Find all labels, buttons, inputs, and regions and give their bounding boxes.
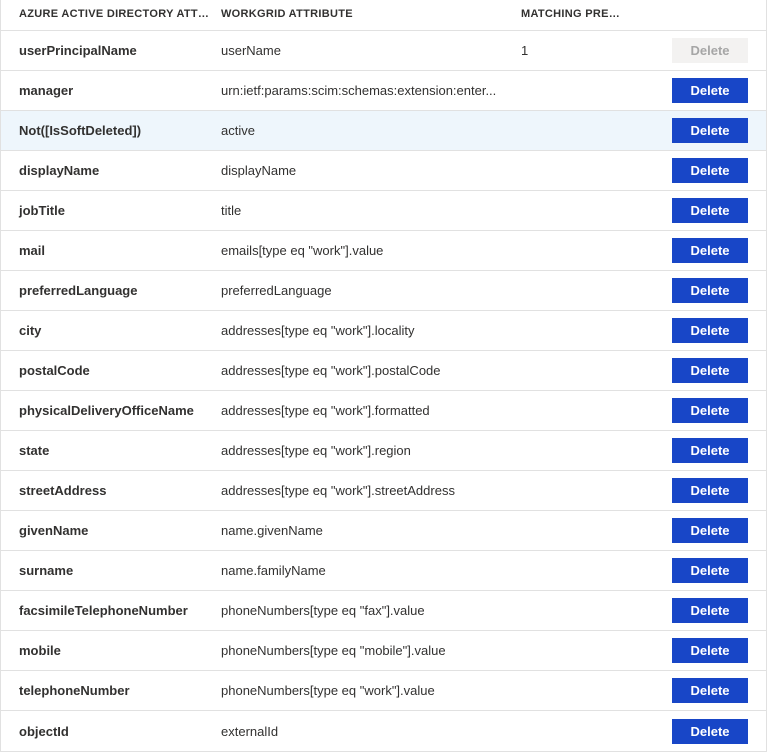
cell-workgrid-attribute: phoneNumbers[type eq "fax"].value (221, 603, 521, 618)
cell-azure-attribute: jobTitle (1, 203, 221, 218)
cell-azure-attribute: facsimileTelephoneNumber (1, 603, 221, 618)
delete-button[interactable]: Delete (672, 318, 748, 343)
delete-button[interactable]: Delete (672, 518, 748, 543)
delete-button[interactable]: Delete (672, 478, 748, 503)
cell-azure-attribute: postalCode (1, 363, 221, 378)
cell-workgrid-attribute: externalId (221, 724, 521, 739)
cell-workgrid-attribute: addresses[type eq "work"].streetAddress (221, 483, 521, 498)
cell-azure-attribute: manager (1, 83, 221, 98)
cell-azure-attribute: state (1, 443, 221, 458)
header-azure-attribute: AZURE ACTIVE DIRECTORY ATTRIBU... (1, 8, 221, 20)
cell-azure-attribute: telephoneNumber (1, 683, 221, 698)
cell-azure-attribute: objectId (1, 724, 221, 739)
cell-workgrid-attribute: addresses[type eq "work"].locality (221, 323, 521, 338)
table-row[interactable]: physicalDeliveryOfficeNameaddresses[type… (1, 391, 766, 431)
delete-button[interactable]: Delete (672, 398, 748, 423)
cell-action: Delete (631, 198, 766, 223)
cell-workgrid-attribute: name.givenName (221, 523, 521, 538)
table-row[interactable]: surnamename.familyName Delete (1, 551, 766, 591)
delete-button[interactable]: Delete (672, 158, 748, 183)
delete-button[interactable]: Delete (672, 198, 748, 223)
delete-button[interactable]: Delete (672, 678, 748, 703)
table-row[interactable]: facsimileTelephoneNumberphoneNumbers[typ… (1, 591, 766, 631)
cell-action: Delete (631, 638, 766, 663)
delete-button[interactable]: Delete (672, 358, 748, 383)
table-row[interactable]: stateaddresses[type eq "work"].region Del… (1, 431, 766, 471)
cell-workgrid-attribute: addresses[type eq "work"].formatted (221, 403, 521, 418)
cell-azure-attribute: Not([IsSoftDeleted]) (1, 123, 221, 138)
cell-azure-attribute: userPrincipalName (1, 43, 221, 58)
table-row[interactable]: jobTitletitle Delete (1, 191, 766, 231)
delete-button: Delete (672, 38, 748, 63)
table-row[interactable]: cityaddresses[type eq "work"].locality De… (1, 311, 766, 351)
cell-action: Delete (631, 78, 766, 103)
cell-matching-precedence: 1 (521, 43, 631, 58)
delete-button[interactable]: Delete (672, 118, 748, 143)
table-row[interactable]: mailemails[type eq "work"].value Delete (1, 231, 766, 271)
cell-azure-attribute: streetAddress (1, 483, 221, 498)
cell-action: Delete (631, 719, 766, 744)
table-row[interactable]: displayNamedisplayName Delete (1, 151, 766, 191)
cell-workgrid-attribute: userName (221, 43, 521, 58)
delete-button[interactable]: Delete (672, 558, 748, 583)
cell-workgrid-attribute: emails[type eq "work"].value (221, 243, 521, 258)
delete-button[interactable]: Delete (672, 719, 748, 744)
cell-action: Delete (631, 558, 766, 583)
delete-button[interactable]: Delete (672, 638, 748, 663)
delete-button[interactable]: Delete (672, 78, 748, 103)
cell-workgrid-attribute: title (221, 203, 521, 218)
cell-workgrid-attribute: displayName (221, 163, 521, 178)
cell-action: Delete (631, 518, 766, 543)
cell-azure-attribute: givenName (1, 523, 221, 538)
cell-azure-attribute: city (1, 323, 221, 338)
table-row[interactable]: objectIdexternalId Delete (1, 711, 766, 751)
table-row[interactable]: mobilephoneNumbers[type eq "mobile"].val… (1, 631, 766, 671)
table-row[interactable]: telephoneNumberphoneNumbers[type eq "wor… (1, 671, 766, 711)
header-workgrid-attribute: WORKGRID ATTRIBUTE (221, 8, 521, 20)
cell-workgrid-attribute: addresses[type eq "work"].region (221, 443, 521, 458)
cell-azure-attribute: preferredLanguage (1, 283, 221, 298)
table-header-row: AZURE ACTIVE DIRECTORY ATTRIBU... WORKGR… (1, 0, 766, 31)
cell-action: Delete (631, 278, 766, 303)
cell-azure-attribute: surname (1, 563, 221, 578)
cell-azure-attribute: mobile (1, 643, 221, 658)
cell-action: Delete (631, 158, 766, 183)
cell-action: Delete (631, 598, 766, 623)
cell-azure-attribute: physicalDeliveryOfficeName (1, 403, 221, 418)
header-matching-precedence: MATCHING PREC... (521, 8, 631, 20)
attribute-mapping-table: AZURE ACTIVE DIRECTORY ATTRIBU... WORKGR… (0, 0, 767, 752)
cell-action: Delete (631, 358, 766, 383)
cell-workgrid-attribute: phoneNumbers[type eq "mobile"].value (221, 643, 521, 658)
cell-workgrid-attribute: preferredLanguage (221, 283, 521, 298)
table-row[interactable]: postalCodeaddresses[type eq "work"].post… (1, 351, 766, 391)
cell-workgrid-attribute: active (221, 123, 521, 138)
table-row[interactable]: streetAddressaddresses[type eq "work"].s… (1, 471, 766, 511)
delete-button[interactable]: Delete (672, 438, 748, 463)
table-row[interactable]: userPrincipalNameuserName1 Delete (1, 31, 766, 71)
table-row[interactable]: givenNamename.givenName Delete (1, 511, 766, 551)
delete-button[interactable]: Delete (672, 278, 748, 303)
delete-button[interactable]: Delete (672, 598, 748, 623)
cell-workgrid-attribute: phoneNumbers[type eq "work"].value (221, 683, 521, 698)
cell-action: Delete (631, 38, 766, 63)
cell-workgrid-attribute: urn:ietf:params:scim:schemas:extension:e… (221, 83, 521, 98)
cell-azure-attribute: displayName (1, 163, 221, 178)
cell-action: Delete (631, 118, 766, 143)
table-row[interactable]: preferredLanguagepreferredLanguage Delete (1, 271, 766, 311)
cell-action: Delete (631, 438, 766, 463)
cell-workgrid-attribute: addresses[type eq "work"].postalCode (221, 363, 521, 378)
table-body: userPrincipalNameuserName1Deletemanageru… (1, 31, 766, 751)
cell-action: Delete (631, 478, 766, 503)
cell-workgrid-attribute: name.familyName (221, 563, 521, 578)
cell-azure-attribute: mail (1, 243, 221, 258)
table-row[interactable]: managerurn:ietf:params:scim:schemas:exte… (1, 71, 766, 111)
cell-action: Delete (631, 318, 766, 343)
table-row[interactable]: Not([IsSoftDeleted])active Delete (1, 111, 766, 151)
cell-action: Delete (631, 678, 766, 703)
delete-button[interactable]: Delete (672, 238, 748, 263)
cell-action: Delete (631, 238, 766, 263)
cell-action: Delete (631, 398, 766, 423)
